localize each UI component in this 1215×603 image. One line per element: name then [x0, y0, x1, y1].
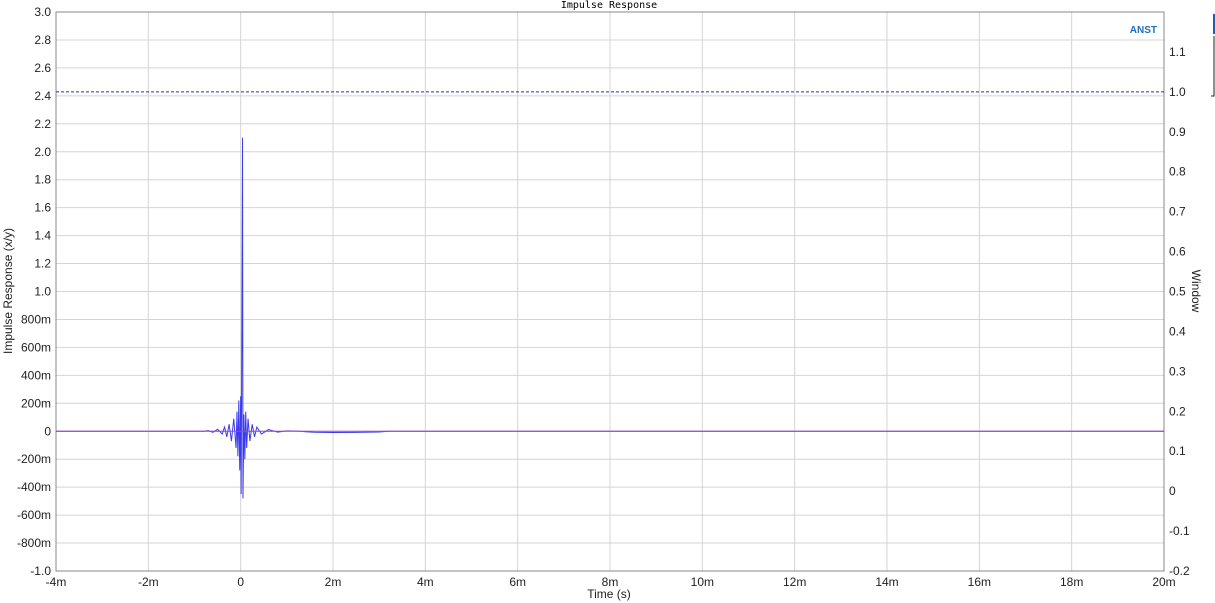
side-panel-bracket [1211, 36, 1215, 97]
y-tick-label: 0 [44, 424, 51, 438]
y2-tick-label: 1.1 [1169, 45, 1186, 59]
x-tick-label: -2m [138, 575, 159, 589]
x-axis-label: Time (s) [587, 587, 631, 601]
legend-entry-anst[interactable]: ANST [1130, 25, 1157, 36]
chart-title: Impulse Response [561, 0, 657, 11]
y2-tick-label: 0.5 [1169, 285, 1186, 299]
x-tick-label: 4m [417, 575, 434, 589]
y2-tick-label: 0.7 [1169, 205, 1186, 219]
x-tick-label: 16m [968, 575, 991, 589]
y-tick-label: 1.4 [34, 229, 51, 243]
y2-tick-label: -0.1 [1169, 524, 1190, 538]
y2-tick-label: 0.1 [1169, 444, 1186, 458]
y-tick-label: -200m [17, 452, 51, 466]
y2-tick-label: 1.0 [1169, 85, 1186, 99]
y2-tick-label: 0.3 [1169, 364, 1186, 378]
x-tick-label: 18m [1060, 575, 1083, 589]
x-tick-label: -4m [46, 575, 67, 589]
left-axis-ticks: 3.0 2.8 2.6 2.4 2.2 2.0 1.8 1.6 1.4 1.2 1.0 800m 600… [17, 5, 51, 578]
y-tick-label: 3.0 [34, 5, 51, 19]
y-tick-label: 2.6 [34, 61, 51, 75]
y-tick-label: 400m [21, 368, 51, 382]
y2-axis-label: Window [1189, 270, 1203, 313]
x-tick-label: 2m [325, 575, 342, 589]
y-tick-label: 1.2 [34, 257, 51, 271]
right-axis-ticks: 1.11.00.90.80.70.60.50.40.30.20.10-0.1-0… [1169, 45, 1190, 578]
y-tick-label: 1.0 [34, 285, 51, 299]
impulse-response-chart: Impulse Response 3.0 2.8 2.6 2.4 2.2 2.0 1.8 1.… [1, 0, 1215, 601]
y2-tick-label: 0.4 [1169, 324, 1186, 338]
y2-tick-label: 0.6 [1169, 245, 1186, 259]
y-tick-label: 200m [21, 396, 51, 410]
y2-tick-label: 0.9 [1169, 125, 1186, 139]
y-tick-label: 2.4 [34, 89, 51, 103]
y-tick-label: 800m [21, 312, 51, 326]
y-tick-label: 2.8 [34, 33, 51, 47]
x-tick-label: 14m [875, 575, 898, 589]
y2-tick-label: 0.8 [1169, 165, 1186, 179]
y-tick-label: -600m [17, 508, 51, 522]
x-tick-label: 0 [237, 575, 244, 589]
grid [55, 11, 1165, 572]
y-tick-label: 2.2 [34, 117, 51, 131]
y-tick-label: 1.6 [34, 201, 51, 215]
y-tick-label: -800m [17, 536, 51, 550]
x-tick-label: 10m [691, 575, 714, 589]
x-tick-label: 20m [1152, 575, 1175, 589]
y-tick-label: 600m [21, 340, 51, 354]
y-axis-label: Impulse Response (x/y) [1, 228, 15, 354]
y2-tick-label: 0.2 [1169, 404, 1186, 418]
x-tick-label: 6m [509, 575, 526, 589]
y-tick-label: 2.0 [34, 145, 51, 159]
x-tick-label: 12m [783, 575, 806, 589]
y-tick-label: 1.8 [34, 173, 51, 187]
y2-tick-label: 0 [1169, 484, 1176, 498]
y-tick-label: -400m [17, 480, 51, 494]
